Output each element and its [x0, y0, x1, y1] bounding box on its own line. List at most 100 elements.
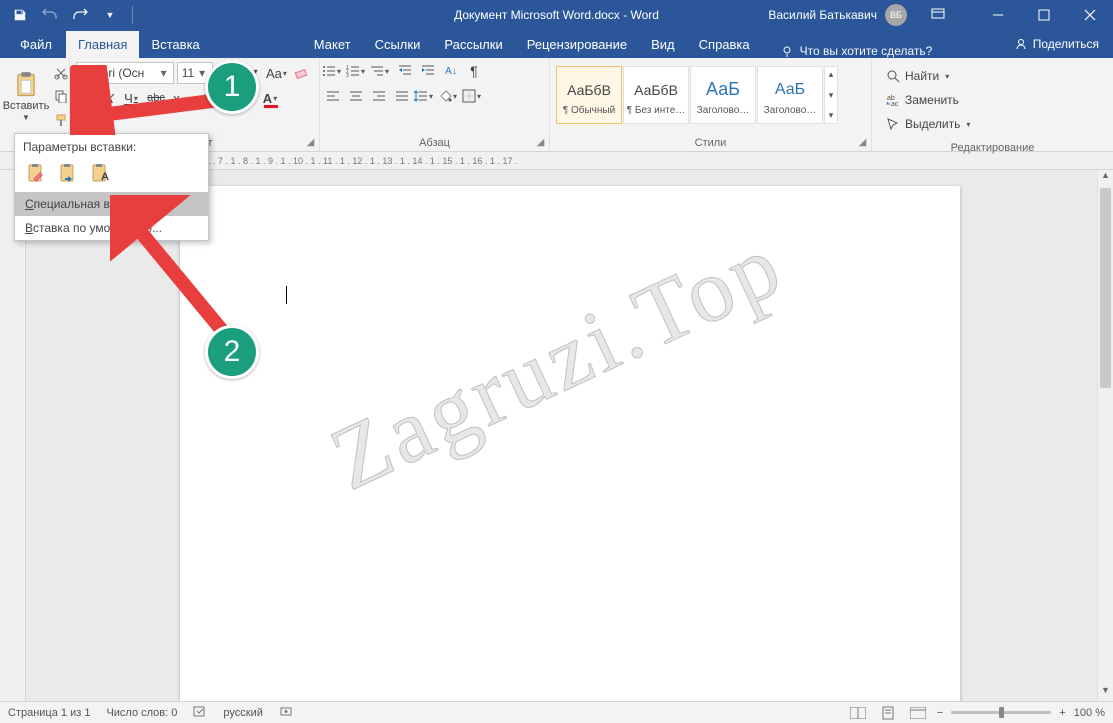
tab-mailings[interactable]: Рассылки — [432, 31, 514, 58]
tab-references[interactable]: Ссылки — [363, 31, 433, 58]
tab-review[interactable]: Рецензирование — [515, 31, 639, 58]
zoom-slider-thumb[interactable] — [999, 707, 1004, 718]
tab-hidden-2[interactable] — [272, 46, 302, 58]
clear-formatting-button[interactable] — [291, 62, 313, 84]
group-styles: АаБбВ¶ Обычный АаБбВ¶ Без инте… АаБЗагол… — [550, 58, 872, 151]
scroll-down-icon[interactable]: ▼ — [1098, 685, 1113, 701]
group-paragraph: ▾ 123▾ ▾ A↓ ¶ ▾ ▾ ▾ Абзац ◢ — [320, 58, 550, 151]
group-label-paragraph: Абзац — [419, 137, 450, 149]
bullets-button[interactable]: ▾ — [322, 60, 345, 82]
scroll-up-icon[interactable]: ▲ — [1098, 170, 1113, 186]
paste-button[interactable]: Вставить ▼ — [4, 61, 48, 132]
decrease-indent-button[interactable] — [394, 60, 416, 82]
paste-default-menuitem[interactable]: Вставка по умолчанию... — [15, 216, 208, 240]
maximize-button[interactable] — [1021, 0, 1067, 30]
change-case-button[interactable]: Aa▾ — [266, 62, 288, 84]
share-button[interactable]: Поделиться — [1000, 30, 1113, 58]
increase-indent-button[interactable] — [417, 60, 439, 82]
document-page[interactable] — [180, 186, 960, 701]
align-right-button[interactable] — [368, 85, 390, 107]
font-name-combo[interactable]: Calibri (Осн▾ — [76, 62, 174, 84]
style-heading-2[interactable]: АаБЗаголово… — [757, 66, 823, 124]
close-button[interactable] — [1067, 0, 1113, 30]
status-word-count[interactable]: Число слов: 0 — [106, 707, 177, 719]
subscript-button[interactable]: x₂ — [168, 87, 190, 109]
bold-button[interactable]: Ж — [76, 87, 98, 109]
redo-icon[interactable] — [70, 5, 90, 25]
line-spacing-button[interactable]: ▾ — [414, 85, 437, 107]
align-center-button[interactable] — [345, 85, 367, 107]
vertical-ruler[interactable] — [0, 170, 26, 701]
font-color-button[interactable]: A▾ — [261, 87, 283, 109]
zoom-in-button[interactable]: + — [1059, 707, 1065, 719]
style-heading-1[interactable]: АаБЗаголово… — [690, 66, 756, 124]
align-left-button[interactable] — [322, 85, 344, 107]
file-tab[interactable]: Файл — [6, 31, 66, 58]
numbering-button[interactable]: 123▾ — [346, 60, 369, 82]
undo-icon[interactable] — [40, 5, 60, 25]
underline-button[interactable]: Ч▾ — [122, 87, 144, 109]
tab-insert[interactable]: Вставка — [139, 31, 211, 58]
style-no-spacing[interactable]: АаБбВ¶ Без инте… — [623, 66, 689, 124]
select-button[interactable]: Выделить▾ — [882, 113, 978, 135]
zoom-slider[interactable] — [951, 711, 1051, 714]
justify-button[interactable] — [391, 85, 413, 107]
save-icon[interactable] — [10, 5, 30, 25]
italic-button[interactable]: К — [99, 87, 121, 109]
view-read-mode-button[interactable] — [847, 704, 869, 722]
format-painter-button[interactable] — [51, 110, 71, 130]
status-proofing-icon[interactable] — [193, 704, 207, 721]
page-viewport[interactable] — [26, 170, 1113, 701]
tab-hidden-1[interactable] — [212, 46, 272, 58]
tab-help[interactable]: Справка — [687, 31, 762, 58]
qat-customize-icon[interactable]: ▼ — [100, 5, 120, 25]
window-controls — [975, 0, 1113, 30]
find-button[interactable]: Найти▾ — [882, 65, 978, 87]
minimize-button[interactable] — [975, 0, 1021, 30]
user-avatar[interactable]: ВБ — [885, 4, 907, 26]
show-marks-button[interactable]: ¶ — [463, 60, 485, 82]
zoom-out-button[interactable]: − — [937, 707, 943, 719]
view-print-layout-button[interactable] — [877, 704, 899, 722]
outdent-icon — [398, 64, 412, 78]
view-web-layout-button[interactable] — [907, 704, 929, 722]
status-macro-icon[interactable] — [279, 704, 293, 721]
style-normal[interactable]: АаБбВ¶ Обычный — [556, 66, 622, 124]
vertical-scrollbar[interactable]: ▲ ▼ — [1097, 170, 1113, 701]
styles-launcher-icon[interactable]: ◢ — [856, 137, 869, 150]
paste-merge-button[interactable] — [55, 160, 81, 186]
user-name[interactable]: Василий Батькавич — [768, 8, 877, 22]
status-page[interactable]: Страница 1 из 1 — [8, 707, 90, 719]
tell-me-search[interactable]: Что вы хотите сделать? — [770, 44, 943, 58]
paste-special-menuitem[interactable]: Специальная вставка... — [15, 192, 208, 216]
copy-button[interactable] — [51, 86, 71, 106]
replace-button[interactable]: abacЗаменить — [882, 89, 978, 111]
tab-home[interactable]: Главная — [66, 31, 139, 58]
sort-button[interactable]: A↓ — [440, 60, 462, 82]
paragraph-launcher-icon[interactable]: ◢ — [534, 137, 547, 150]
scissors-icon — [54, 66, 68, 80]
align-right-icon — [372, 89, 386, 103]
group-label-editing: Редактирование — [951, 142, 1035, 154]
document-area — [0, 170, 1113, 701]
paste-keep-source-button[interactable] — [23, 160, 49, 186]
copy-icon — [54, 89, 68, 103]
ribbon-display-options-icon[interactable] — [915, 0, 961, 30]
annotation-badge-1: 1 — [205, 60, 259, 114]
chevron-down-icon: ▾ — [159, 66, 169, 80]
style-gallery-more[interactable]: ▴▾▾ — [824, 66, 838, 124]
borders-button[interactable]: ▾ — [462, 85, 485, 107]
cut-button[interactable] — [51, 63, 71, 83]
multilevel-button[interactable]: ▾ — [370, 60, 393, 82]
tab-view[interactable]: Вид — [639, 31, 687, 58]
tab-layout[interactable]: Макет — [302, 31, 363, 58]
indent-icon — [421, 64, 435, 78]
annotation-badge-2: 2 — [205, 325, 259, 379]
zoom-level[interactable]: 100 % — [1074, 707, 1105, 719]
paste-text-only-button[interactable]: A — [87, 160, 113, 186]
status-language[interactable]: русский — [223, 707, 262, 719]
font-launcher-icon[interactable]: ◢ — [304, 137, 317, 150]
shading-button[interactable]: ▾ — [438, 85, 461, 107]
scrollbar-thumb[interactable] — [1100, 188, 1111, 388]
strikethrough-button[interactable]: abc — [145, 87, 167, 109]
